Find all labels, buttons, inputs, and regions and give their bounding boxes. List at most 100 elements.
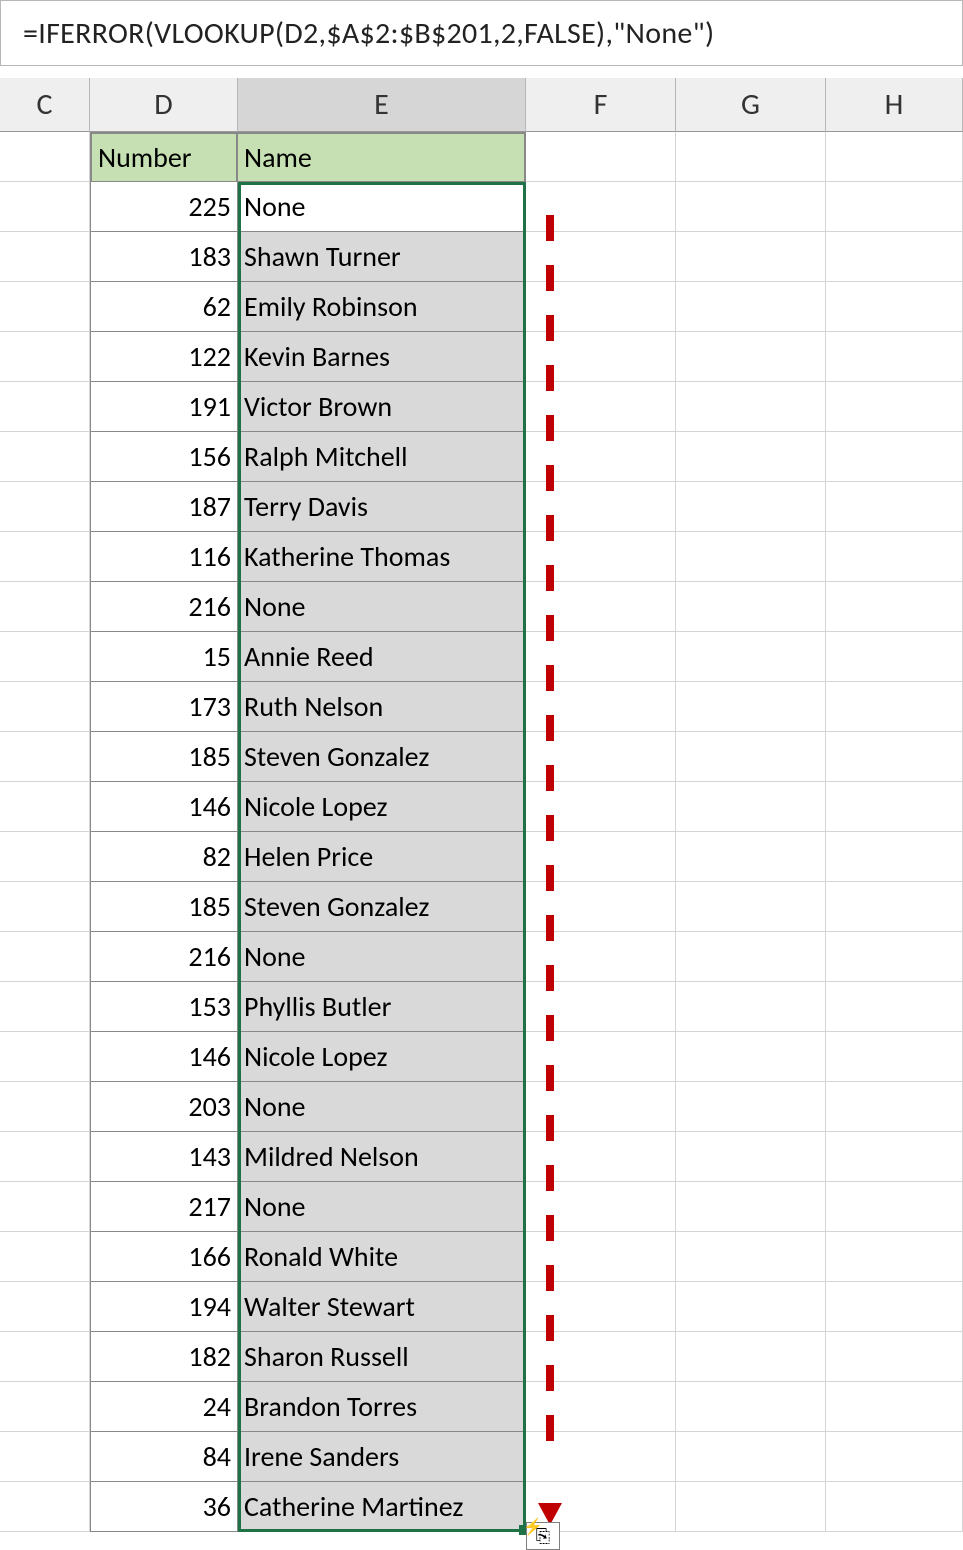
cell-name[interactable]: Victor Brown — [238, 382, 526, 432]
cell-C[interactable] — [0, 182, 90, 232]
cell-number[interactable]: 173 — [90, 682, 238, 732]
cell-C[interactable] — [0, 732, 90, 782]
cell-H[interactable] — [826, 632, 963, 682]
cell-H[interactable] — [826, 982, 963, 1032]
column-header-H[interactable]: H — [826, 78, 963, 132]
cell-H[interactable] — [826, 182, 963, 232]
cell-F[interactable] — [526, 732, 676, 782]
cell-number[interactable]: 84 — [90, 1432, 238, 1482]
cell-name[interactable]: Brandon Torres — [238, 1382, 526, 1432]
cell-F[interactable] — [526, 532, 676, 582]
cell-name[interactable]: Helen Price — [238, 832, 526, 882]
cell-G[interactable] — [676, 982, 826, 1032]
autofill-options-button[interactable]: ⚡ ⎘ — [526, 1522, 560, 1550]
cell-number[interactable]: 225 — [90, 182, 238, 232]
cell-name[interactable]: Emily Robinson — [238, 282, 526, 332]
cell-H[interactable] — [826, 1082, 963, 1132]
cell-name[interactable]: None — [238, 582, 526, 632]
cell-F[interactable] — [526, 1382, 676, 1432]
cell-number[interactable]: 122 — [90, 332, 238, 382]
cell-F[interactable] — [526, 482, 676, 532]
cell-name[interactable]: None — [238, 1082, 526, 1132]
cell-G[interactable] — [676, 932, 826, 982]
cell-F[interactable] — [526, 382, 676, 432]
cell-G[interactable] — [676, 182, 826, 232]
formula-bar[interactable]: =IFERROR(VLOOKUP(D2,$A$2:$B$201,2,FALSE)… — [0, 0, 963, 66]
cell-name[interactable]: None — [238, 1182, 526, 1232]
cell-H[interactable] — [826, 382, 963, 432]
cell-number[interactable]: 82 — [90, 832, 238, 882]
cell-C[interactable] — [0, 432, 90, 482]
cell-H[interactable] — [826, 1282, 963, 1332]
cell-C[interactable] — [0, 1332, 90, 1382]
cell-F[interactable] — [526, 1032, 676, 1082]
cell-name[interactable]: Ruth Nelson — [238, 682, 526, 732]
cell-name[interactable]: Annie Reed — [238, 632, 526, 682]
cell-number[interactable]: 24 — [90, 1382, 238, 1432]
cell-G[interactable] — [676, 282, 826, 332]
cell-number[interactable]: 217 — [90, 1182, 238, 1232]
cell-number[interactable]: 116 — [90, 532, 238, 582]
cell-C[interactable] — [0, 632, 90, 682]
cell-C[interactable] — [0, 1082, 90, 1132]
cell-G[interactable] — [676, 782, 826, 832]
cell-G[interactable] — [676, 1232, 826, 1282]
cell-H[interactable] — [826, 582, 963, 632]
cell-name[interactable]: Nicole Lopez — [238, 782, 526, 832]
cell-number[interactable]: 146 — [90, 782, 238, 832]
cell-H[interactable] — [826, 1232, 963, 1282]
cell-number[interactable]: 146 — [90, 1032, 238, 1082]
cell-F[interactable] — [526, 1182, 676, 1232]
cell-H[interactable] — [826, 782, 963, 832]
cell-G[interactable] — [676, 382, 826, 432]
cell-F[interactable] — [526, 782, 676, 832]
cell-G[interactable] — [676, 732, 826, 782]
cell-F[interactable] — [526, 932, 676, 982]
cell-G[interactable] — [676, 232, 826, 282]
header-name[interactable]: Name — [238, 132, 526, 182]
cell-G[interactable] — [676, 1482, 826, 1532]
cell-H[interactable] — [826, 232, 963, 282]
cell-number[interactable]: 203 — [90, 1082, 238, 1132]
cell-F[interactable] — [526, 582, 676, 632]
cell-number[interactable]: 36 — [90, 1482, 238, 1532]
cell-number[interactable]: 183 — [90, 232, 238, 282]
cell-C[interactable] — [0, 382, 90, 432]
cell-C[interactable] — [0, 882, 90, 932]
cell-name[interactable]: Irene Sanders — [238, 1432, 526, 1482]
cell-H[interactable] — [826, 1332, 963, 1382]
cell-name[interactable]: Sharon Russell — [238, 1332, 526, 1382]
cell-H[interactable] — [826, 432, 963, 482]
cell-F[interactable] — [526, 682, 676, 732]
cell-F[interactable] — [526, 882, 676, 932]
cell-name[interactable]: Steven Gonzalez — [238, 732, 526, 782]
cell-C[interactable] — [0, 232, 90, 282]
spreadsheet-grid[interactable]: Number Name 225None183 Shawn Turner62 Em… — [0, 132, 963, 1532]
cell-name[interactable]: Terry Davis — [238, 482, 526, 532]
cell-G[interactable] — [676, 1182, 826, 1232]
cell-H[interactable] — [826, 532, 963, 582]
cell-C1[interactable] — [0, 132, 90, 182]
cell-number[interactable]: 216 — [90, 582, 238, 632]
cell-number[interactable]: 194 — [90, 1282, 238, 1332]
cell-number[interactable]: 15 — [90, 632, 238, 682]
cell-H[interactable] — [826, 282, 963, 332]
column-header-G[interactable]: G — [676, 78, 826, 132]
cell-name[interactable]: Nicole Lopez — [238, 1032, 526, 1082]
cell-C[interactable] — [0, 932, 90, 982]
cell-H1[interactable] — [826, 132, 963, 182]
cell-number[interactable]: 185 — [90, 732, 238, 782]
cell-name[interactable]: None — [238, 932, 526, 982]
cell-F[interactable] — [526, 282, 676, 332]
cell-F[interactable] — [526, 432, 676, 482]
cell-name[interactable]: Shawn Turner — [238, 232, 526, 282]
cell-H[interactable] — [826, 1132, 963, 1182]
cell-C[interactable] — [0, 782, 90, 832]
cell-H[interactable] — [826, 1182, 963, 1232]
cell-number[interactable]: 185 — [90, 882, 238, 932]
cell-number[interactable]: 187 — [90, 482, 238, 532]
cell-G[interactable] — [676, 1332, 826, 1382]
cell-F[interactable] — [526, 1282, 676, 1332]
cell-F[interactable] — [526, 1432, 676, 1482]
cell-H[interactable] — [826, 332, 963, 382]
